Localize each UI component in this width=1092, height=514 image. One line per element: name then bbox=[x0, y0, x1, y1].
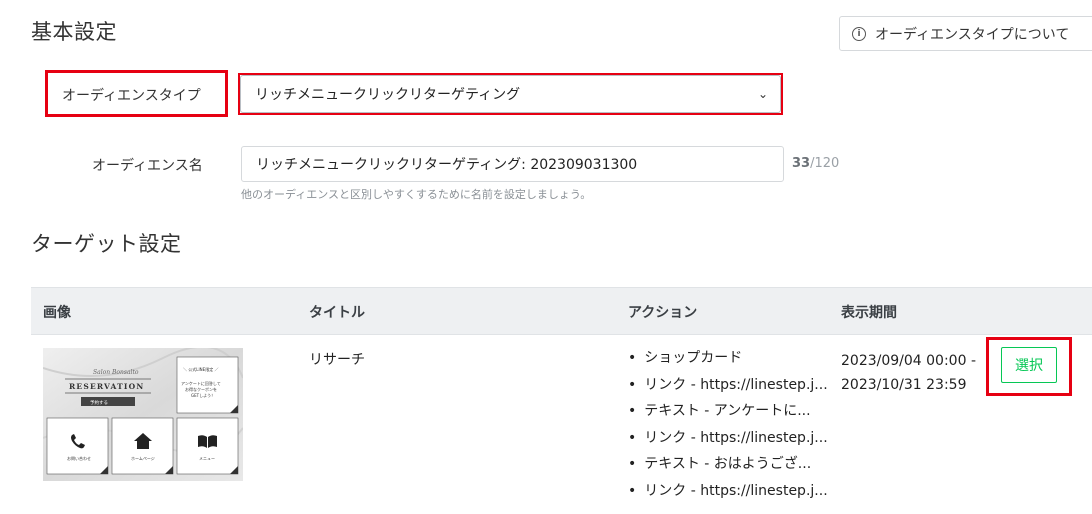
action-item: テキスト - おはようござ... bbox=[628, 454, 828, 481]
action-item: テキスト - アンケートに... bbox=[628, 401, 828, 428]
thumb-tile-menu: メニュー bbox=[199, 456, 215, 461]
audience-name-label: オーディエンス名 bbox=[92, 158, 203, 174]
thumb-reservation-text: RESERVATION bbox=[69, 382, 144, 391]
action-item: リンク - https://linestep.j... bbox=[628, 428, 827, 455]
info-icon: i bbox=[852, 26, 866, 41]
action-item: ショップカード bbox=[628, 348, 828, 375]
audience-name-input[interactable]: リッチメニュークリックリターゲティング: 202309031300 bbox=[241, 146, 784, 182]
period-end: 2023/10/31 23:59 bbox=[841, 377, 967, 393]
thumb-promo-line3: お得なクーポンを bbox=[185, 386, 217, 392]
action-item: リンク - https://linestep.j... bbox=[628, 481, 827, 508]
rich-menu-thumbnail: Salon Bonsalto RESERVATION 予約する ＼ 公式LINE… bbox=[43, 348, 243, 481]
row-actions-list: ショップカード リンク - https://linestep.j... テキスト… bbox=[628, 348, 828, 508]
thumb-promo-line4: GETしよう！ bbox=[191, 392, 215, 398]
audience-name-hint: 他のオーディエンスと区別しやすくするために名前を設定しましょう。 bbox=[241, 188, 592, 201]
thumb-promo-line1: ＼ 公式LINE限定 ／ bbox=[183, 366, 218, 372]
column-header-title: タイトル bbox=[309, 305, 365, 321]
column-header-image: 画像 bbox=[43, 305, 71, 321]
row-display-period: 2023/09/04 00:00 - 2023/10/31 23:59 bbox=[841, 349, 976, 397]
select-button[interactable]: 選択 bbox=[1001, 347, 1057, 383]
action-item: リンク - https://linestep.j... bbox=[628, 375, 827, 402]
row-title: リサーチ bbox=[309, 352, 365, 368]
char-count: 33 bbox=[792, 156, 811, 171]
thumb-script-title: Salon Bonsalto bbox=[93, 369, 139, 376]
thumb-tile-contact: お問い合わせ bbox=[67, 455, 91, 461]
thumb-tile-homepage: ホームページ bbox=[131, 455, 155, 461]
audience-type-selected-value: リッチメニュークリックリターゲティング bbox=[255, 87, 521, 103]
thumb-promo-line2: アンケートに回答して bbox=[181, 380, 221, 386]
column-header-actions: アクション bbox=[628, 305, 698, 321]
info-button-label: オーディエンスタイプについて bbox=[875, 26, 1070, 43]
period-start: 2023/09/04 00:00 - bbox=[841, 353, 976, 369]
audience-name-value: リッチメニュークリックリターゲティング: 202309031300 bbox=[256, 157, 638, 173]
audience-type-info-button[interactable]: i オーディエンスタイプについて bbox=[839, 16, 1092, 51]
table-header bbox=[31, 287, 1092, 335]
char-counter: 33/120 bbox=[792, 156, 839, 171]
audience-type-label: オーディエンスタイプ bbox=[62, 88, 201, 104]
basic-settings-heading: 基本設定 bbox=[31, 20, 117, 44]
target-settings-heading: ターゲット設定 bbox=[31, 232, 182, 256]
chevron-down-icon: ⌄ bbox=[757, 87, 768, 101]
thumb-reserve-button: 予約する bbox=[90, 399, 108, 406]
audience-type-select[interactable]: リッチメニュークリックリターゲティング ⌄ bbox=[240, 75, 781, 113]
char-limit: /120 bbox=[810, 156, 840, 171]
column-header-period: 表示期間 bbox=[841, 305, 897, 321]
